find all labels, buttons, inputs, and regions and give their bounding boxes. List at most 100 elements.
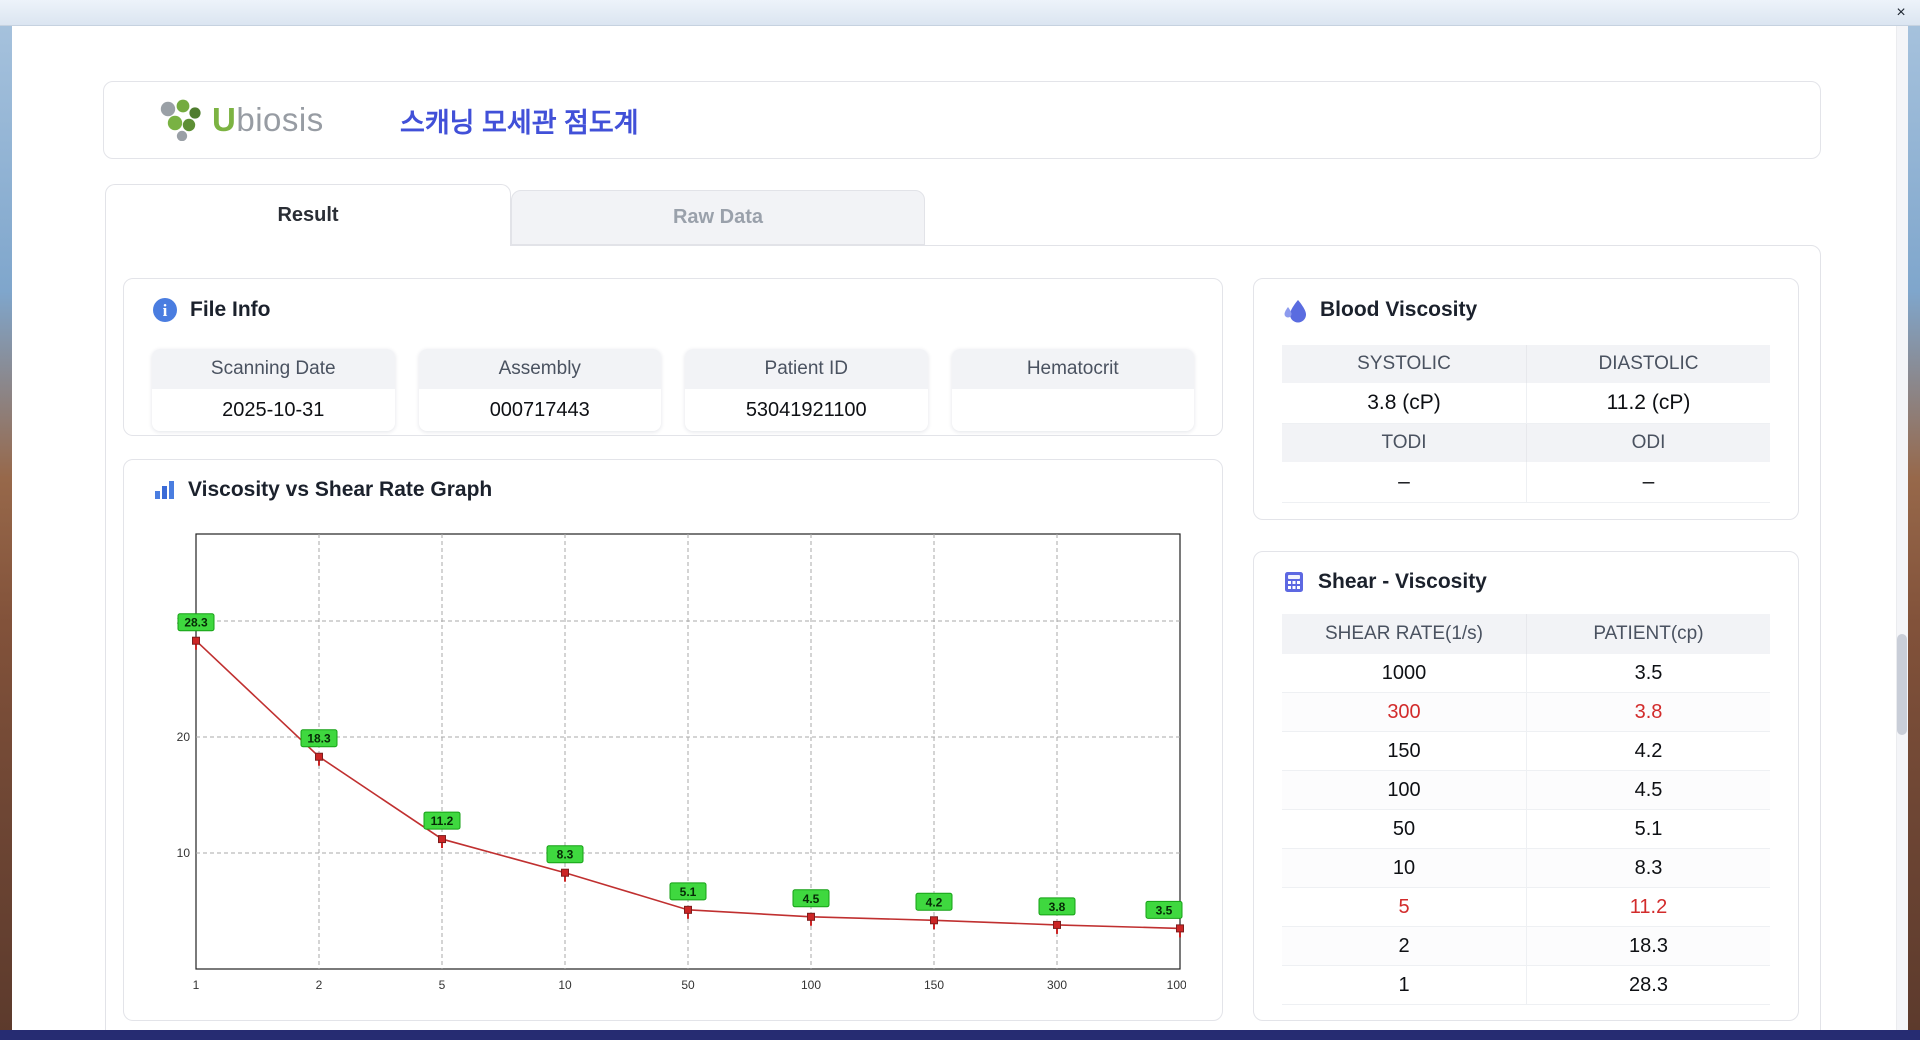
patient-cell: 4.5 — [1526, 771, 1770, 809]
table-header-row: SHEAR RATE(1/s) PATIENT(cp) — [1282, 614, 1770, 654]
field-value: 53041921100 — [745, 398, 867, 421]
window-titlebar: × — [0, 0, 1920, 26]
patient-cell: 3.8 — [1526, 693, 1770, 731]
table-row: 150 4.2 — [1282, 732, 1770, 771]
svg-text:20: 20 — [177, 730, 191, 744]
file-info-field: Assembly 000717443 — [418, 349, 661, 431]
bv-label: DIASTOLIC — [1526, 345, 1770, 383]
file-info-fields: Scanning Date 2025-10-31 Assembly 000717443… — [152, 349, 1194, 431]
viscosity-chart: 1020301251050100150300100028.318.311.28.… — [177, 533, 1186, 992]
blood-viscosity-title: Blood Viscosity — [1320, 298, 1478, 321]
table-row: 2 18.3 — [1282, 927, 1770, 966]
field-value: 000717443 — [489, 398, 590, 421]
shear-rate-cell: 100 — [1387, 778, 1421, 801]
tab-raw-data[interactable]: Raw Data — [511, 190, 925, 245]
logo-text: Ubiosis — [212, 101, 324, 138]
field-label: Scanning Date — [152, 349, 395, 389]
close-icon[interactable]: × — [1891, 3, 1911, 23]
svg-text:150: 150 — [924, 978, 944, 992]
table-row: 5 11.2 — [1282, 888, 1770, 927]
bv-value: – — [1526, 462, 1770, 503]
bv-label: SYSTOLIC — [1282, 345, 1526, 383]
patient-cell: 18.3 — [1526, 927, 1770, 965]
bar-chart-icon — [155, 481, 174, 499]
bv-label: TODI — [1282, 424, 1526, 462]
shear-rate-cell: 1 — [1398, 973, 1410, 996]
svg-text:18.3: 18.3 — [307, 732, 331, 746]
shear-viscosity-title-row: Shear - Viscosity — [1254, 552, 1798, 594]
shear-rate-cell: 10 — [1392, 856, 1416, 879]
column-patient: PATIENT(cp) — [1526, 614, 1770, 654]
tab-result[interactable]: Result — [105, 184, 511, 246]
shear-rate-cell: 150 — [1387, 739, 1421, 762]
window-scrollbar[interactable] — [1896, 26, 1908, 1030]
shear-rate-cell: 2 — [1398, 934, 1410, 957]
shear-viscosity-table: SHEAR RATE(1/s) PATIENT(cp) 1000 3.5 300 3.… — [1282, 614, 1770, 1005]
svg-text:50: 50 — [681, 978, 695, 992]
file-info-title-row: i File Info — [124, 279, 1222, 323]
file-info-field: Patient ID 53041921100 — [685, 349, 928, 431]
field-value: 2025-10-31 — [222, 398, 325, 421]
patient-cell: 28.3 — [1526, 966, 1770, 1004]
result-panel: i File Info Scanning Date 2025-10-31 Assem… — [105, 245, 1821, 1030]
svg-text:i: i — [163, 301, 168, 320]
svg-text:28.3: 28.3 — [184, 616, 208, 630]
file-info-field: Hematocrit — [951, 349, 1195, 431]
table-row: 300 3.8 — [1282, 693, 1770, 732]
file-info-title: File Info — [190, 298, 271, 321]
graph-title-row: Viscosity vs Shear Rate Graph — [124, 460, 1222, 502]
svg-text:3.5: 3.5 — [1156, 903, 1173, 917]
bv-label: ODI — [1526, 424, 1770, 462]
bv-value-row: – – — [1282, 462, 1770, 503]
shear-rate-cell: 5 — [1398, 895, 1410, 918]
table-row: 1000 3.5 — [1282, 654, 1770, 693]
logo-grapes-icon — [160, 99, 201, 141]
svg-text:11.2: 11.2 — [431, 814, 454, 828]
blood-viscosity-title-row: Blood Viscosity — [1254, 279, 1798, 323]
svg-text:4.2: 4.2 — [926, 895, 943, 909]
graph-card: Viscosity vs Shear Rate Graph 1020301251… — [123, 459, 1223, 1021]
svg-text:1: 1 — [193, 978, 200, 992]
shear-rate-cell: 50 — [1392, 817, 1416, 840]
patient-cell: 4.2 — [1526, 732, 1770, 770]
calculator-icon — [1285, 572, 1303, 592]
field-label: Patient ID — [685, 349, 928, 389]
table-row: 1 28.3 — [1282, 966, 1770, 1005]
shear-rate-cell: 1000 — [1381, 661, 1427, 684]
svg-text:2: 2 — [316, 978, 323, 992]
file-info-field: Scanning Date 2025-10-31 — [152, 349, 395, 431]
svg-text:5: 5 — [439, 978, 446, 992]
blood-viscosity-card: Blood Viscosity SYSTOLIC DIASTOLIC 3.8 (cP… — [1253, 278, 1799, 520]
svg-text:10: 10 — [177, 846, 191, 860]
app-header: Ubiosis 스캐닝 모세관 점도계 — [103, 81, 1821, 159]
table-row: 100 4.5 — [1282, 771, 1770, 810]
field-value — [952, 389, 1195, 431]
taskbar — [0, 1030, 1920, 1040]
svg-text:4.5: 4.5 — [803, 892, 820, 906]
ubiosis-logo: Ubiosis — [158, 99, 364, 141]
blood-viscosity-grid: SYSTOLIC DIASTOLIC 3.8 (cP) 11.2 (cP) TODI OD… — [1282, 345, 1770, 503]
bv-header-row: TODI ODI — [1282, 424, 1770, 462]
table-row: 10 8.3 — [1282, 849, 1770, 888]
bv-value: – — [1282, 462, 1526, 503]
patient-cell: 5.1 — [1526, 810, 1770, 848]
svg-text:3.8: 3.8 — [1049, 900, 1066, 914]
shear-viscosity-title: Shear - Viscosity — [1318, 570, 1487, 593]
svg-text:10: 10 — [558, 978, 572, 992]
patient-cell: 8.3 — [1526, 849, 1770, 887]
svg-text:100: 100 — [801, 978, 821, 992]
app-window: Ubiosis 스캐닝 모세관 점도계 Result Raw Data i Fi… — [12, 26, 1908, 1030]
graph-title: Viscosity vs Shear Rate Graph — [188, 478, 493, 501]
scrollbar-thumb[interactable] — [1897, 634, 1907, 735]
shear-viscosity-rows: 1000 3.5 300 3.8 150 4.2 100 4.5 50 5.1 10 8.3 5 11.2… — [1282, 654, 1770, 1005]
patient-cell: 3.5 — [1526, 654, 1770, 692]
field-label: Hematocrit — [951, 349, 1194, 389]
shear-rate-cell: 300 — [1387, 700, 1421, 723]
shear-viscosity-card: Shear - Viscosity SHEAR RATE(1/s) PATIEN… — [1253, 551, 1799, 1021]
column-shear-rate: SHEAR RATE(1/s) — [1324, 623, 1483, 644]
app-title: 스캐닝 모세관 점도계 — [400, 107, 639, 138]
info-icon: i — [153, 298, 177, 322]
svg-text:1000: 1000 — [1167, 978, 1186, 992]
svg-text:5.1: 5.1 — [680, 885, 697, 899]
svg-text:300: 300 — [1047, 978, 1067, 992]
